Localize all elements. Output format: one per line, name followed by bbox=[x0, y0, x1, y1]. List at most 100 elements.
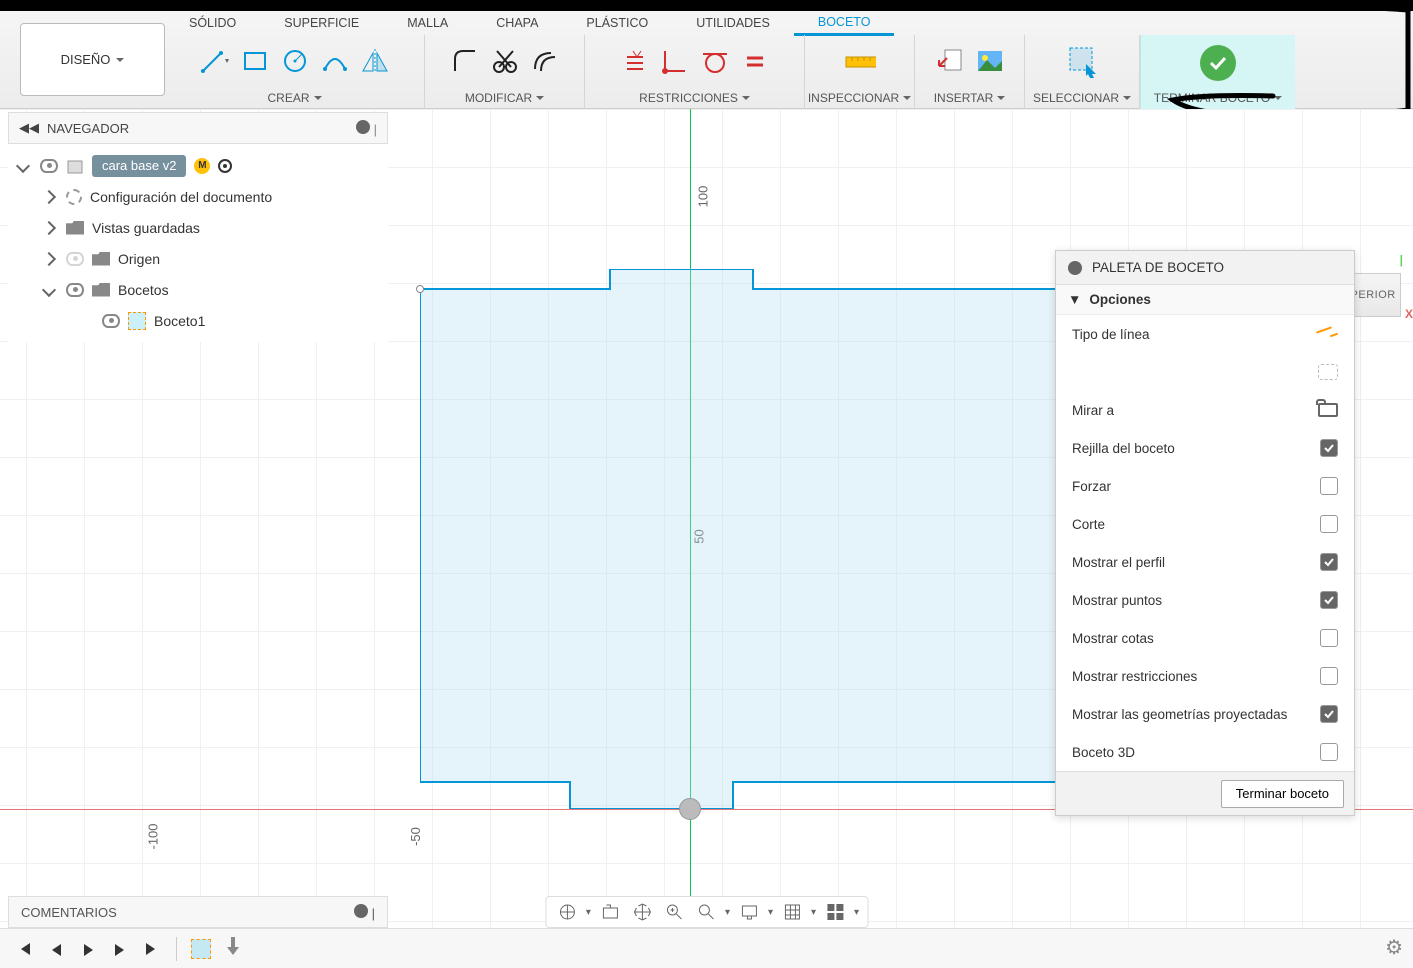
panel-options-icon[interactable] bbox=[356, 120, 370, 134]
component-icon bbox=[66, 157, 84, 175]
group-modify[interactable]: MODIFICAR bbox=[465, 91, 544, 105]
tab-plastic[interactable]: PLÁSTICO bbox=[562, 12, 672, 34]
group-constraints[interactable]: RESTRICCIONES bbox=[639, 91, 750, 105]
sketch-point[interactable] bbox=[416, 285, 424, 293]
timeline-start-icon[interactable] bbox=[12, 937, 36, 961]
arc-tool-icon[interactable] bbox=[319, 45, 351, 77]
palette-points[interactable]: Mostrar puntos bbox=[1056, 581, 1354, 619]
zoom-window-icon[interactable] bbox=[693, 899, 719, 925]
group-inspect[interactable]: INSPECCIONAR bbox=[808, 91, 911, 105]
orbit-icon[interactable] bbox=[554, 899, 580, 925]
palette-dims[interactable]: Mostrar cotas bbox=[1056, 619, 1354, 657]
folder-icon bbox=[92, 283, 110, 297]
ruler-neg50: -50 bbox=[408, 827, 423, 846]
origin-point[interactable] bbox=[679, 798, 701, 820]
group-create[interactable]: CREAR bbox=[267, 91, 321, 105]
active-component-icon[interactable] bbox=[218, 159, 232, 173]
visibility-off-icon[interactable] bbox=[66, 252, 84, 266]
palette-cut[interactable]: Corte bbox=[1056, 505, 1354, 543]
timeline-prev-icon[interactable] bbox=[44, 937, 68, 961]
grid-display-icon[interactable] bbox=[779, 899, 805, 925]
tree-doc-config[interactable]: Configuración del documento bbox=[8, 181, 388, 212]
palette-look-at[interactable]: Mirar a bbox=[1056, 391, 1354, 429]
insert-derive-icon[interactable] bbox=[934, 45, 966, 77]
trim-tool-icon[interactable] bbox=[489, 45, 521, 77]
viewport-layout-icon[interactable] bbox=[822, 899, 848, 925]
finish-check-icon bbox=[1200, 45, 1236, 81]
finish-sketch-group[interactable]: TERMINAR BOCETO bbox=[1140, 35, 1295, 109]
measure-tool-icon[interactable] bbox=[844, 45, 876, 77]
pan-icon[interactable] bbox=[629, 899, 655, 925]
display-mode-icon[interactable] bbox=[736, 899, 762, 925]
tangent-constraint-icon[interactable] bbox=[699, 45, 731, 77]
tab-sheetmetal[interactable]: CHAPA bbox=[472, 12, 562, 34]
checkbox-off-icon bbox=[1320, 667, 1338, 685]
select-tool-icon[interactable] bbox=[1066, 45, 1098, 77]
tab-mesh[interactable]: MALLA bbox=[383, 12, 472, 34]
sketch-icon bbox=[128, 312, 146, 330]
tree-sketches[interactable]: Bocetos bbox=[8, 274, 388, 305]
workspace-label: DISEÑO bbox=[61, 52, 111, 67]
timeline-play-icon[interactable] bbox=[76, 937, 100, 961]
timeline-sketch-feature[interactable] bbox=[189, 937, 213, 961]
ribbon-tabs: SÓLIDO SUPERFICIE MALLA CHAPA PLÁSTICO U… bbox=[165, 11, 1413, 35]
mirror-tool-icon[interactable] bbox=[359, 45, 391, 77]
look-at-icon[interactable] bbox=[597, 899, 623, 925]
tree-origin[interactable]: Origen bbox=[8, 243, 388, 274]
collapse-icon[interactable]: ◀◀ bbox=[19, 120, 39, 136]
timeline-end-icon[interactable] bbox=[140, 937, 164, 961]
palette-constraints[interactable]: Mostrar restricciones bbox=[1056, 657, 1354, 695]
timeline-next-icon[interactable] bbox=[108, 937, 132, 961]
circle-tool-icon[interactable] bbox=[279, 45, 311, 77]
palette-construction[interactable] bbox=[1056, 353, 1354, 391]
ruler-neg100: -100 bbox=[146, 823, 161, 849]
palette-line-type[interactable]: Tipo de línea bbox=[1056, 315, 1354, 353]
tree-root[interactable]: cara base v2 M bbox=[8, 150, 388, 181]
palette-close-icon[interactable] bbox=[1068, 261, 1082, 275]
sketch-profile[interactable] bbox=[420, 269, 1100, 809]
offset-tool-icon[interactable] bbox=[529, 45, 561, 77]
workspace-switcher[interactable]: DISEÑO bbox=[20, 23, 165, 96]
group-select[interactable]: SELECCIONAR bbox=[1033, 91, 1131, 105]
palette-3d[interactable]: Boceto 3D bbox=[1056, 733, 1354, 771]
folder-icon bbox=[66, 221, 84, 235]
checkbox-off-icon bbox=[1320, 629, 1338, 647]
checkbox-on-icon bbox=[1320, 553, 1338, 571]
timeline-marker[interactable] bbox=[221, 937, 245, 961]
settings-gear-icon[interactable]: ⚙ bbox=[1385, 935, 1403, 960]
zoom-icon[interactable] bbox=[661, 899, 687, 925]
construction-icon bbox=[1318, 364, 1338, 380]
horizontal-constraint-icon[interactable] bbox=[619, 45, 651, 77]
tab-sketch[interactable]: BOCETO bbox=[794, 11, 895, 36]
tab-solid[interactable]: SÓLIDO bbox=[165, 12, 260, 34]
tree-sketch1[interactable]: Boceto1 bbox=[8, 305, 388, 336]
visibility-icon[interactable] bbox=[102, 314, 120, 328]
checkbox-off-icon bbox=[1320, 515, 1338, 533]
fillet-tool-icon[interactable] bbox=[449, 45, 481, 77]
add-comment-icon[interactable] bbox=[354, 904, 368, 918]
visibility-icon[interactable] bbox=[66, 283, 84, 297]
palette-force[interactable]: Forzar bbox=[1056, 467, 1354, 505]
look-at-icon bbox=[1318, 403, 1338, 417]
comments-bar[interactable]: COMENTARIOS | bbox=[8, 896, 388, 928]
visibility-icon[interactable] bbox=[40, 159, 58, 173]
coincident-constraint-icon[interactable] bbox=[659, 45, 691, 77]
insert-image-icon[interactable] bbox=[974, 45, 1006, 77]
timeline: ⚙ bbox=[0, 928, 1413, 968]
tree-views[interactable]: Vistas guardadas bbox=[8, 212, 388, 243]
tab-surface[interactable]: SUPERFICIE bbox=[260, 12, 383, 34]
rectangle-tool-icon[interactable] bbox=[239, 45, 271, 77]
checkbox-off-icon bbox=[1320, 743, 1338, 761]
palette-profile[interactable]: Mostrar el perfil bbox=[1056, 543, 1354, 581]
palette-grid[interactable]: Rejilla del boceto bbox=[1056, 429, 1354, 467]
panel-pin-icon[interactable]: | bbox=[374, 122, 377, 137]
caret-down-icon[interactable]: ▼ bbox=[1068, 292, 1081, 307]
palette-title: PALETA DE BOCETO bbox=[1092, 260, 1224, 275]
finish-sketch-button[interactable]: Terminar boceto bbox=[1221, 780, 1344, 808]
checkbox-on-icon bbox=[1320, 705, 1338, 723]
equal-constraint-icon[interactable] bbox=[739, 45, 771, 77]
group-insert[interactable]: INSERTAR bbox=[934, 91, 1006, 105]
tab-utilities[interactable]: UTILIDADES bbox=[672, 12, 794, 34]
palette-projected[interactable]: Mostrar las geometrías proyectadas bbox=[1056, 695, 1354, 733]
line-tool-icon[interactable] bbox=[199, 45, 231, 77]
